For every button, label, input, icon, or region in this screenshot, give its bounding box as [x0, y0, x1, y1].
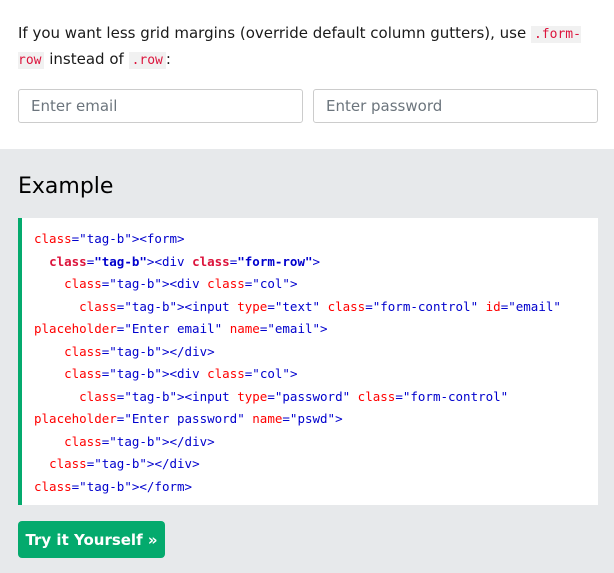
try-it-yourself-button[interactable]: Try it Yourself »	[18, 521, 165, 558]
password-input[interactable]	[313, 89, 598, 123]
code-line: class="tag-b"></div>	[64, 343, 215, 359]
code-line: class="tag-b"><div class="col">	[64, 276, 298, 291]
code-line: class="tag-b"><div class="col">	[64, 366, 298, 381]
code-line: class="tag-b"></form>	[34, 478, 193, 494]
code-line: class="tag-b"><form>	[34, 231, 185, 246]
code-block: class="tag-b"><form> class="tag-b"><div …	[34, 228, 594, 498]
example-title: Example	[18, 174, 114, 199]
code-line: class="tag-b"><div class="form-row">	[49, 253, 321, 269]
code-line: class="tag-b"><input type="text" class="…	[34, 298, 561, 337]
code-line: class="tag-b"></div>	[49, 456, 200, 471]
code-line: class="tag-b"><input type="password" cla…	[34, 388, 509, 427]
email-input[interactable]	[18, 89, 303, 123]
code-row: .row	[128, 52, 166, 69]
example-section: Example class="tag-b"><form> class="tag-…	[0, 149, 614, 573]
intro-text: If you want less grid margins (override …	[18, 24, 581, 69]
intro-section: If you want less grid margins (override …	[0, 0, 614, 149]
code-line: class="tag-b"></div>	[64, 433, 215, 449]
code-example-box: class="tag-b"><form> class="tag-b"><div …	[18, 218, 598, 505]
